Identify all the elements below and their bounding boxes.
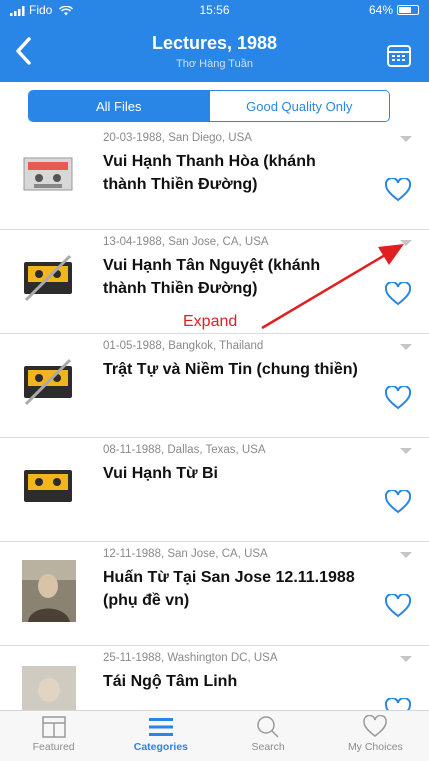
item-meta: 08-11-1988, Dallas, Texas, USA xyxy=(103,444,266,456)
heart-icon[interactable] xyxy=(385,178,411,202)
tab-bar: Featured Categories Search My Choices xyxy=(0,710,429,761)
page-title: Lectures, 1988 xyxy=(151,33,278,53)
heart-icon[interactable] xyxy=(385,490,411,514)
heart-icon xyxy=(363,715,388,737)
segment-all-files[interactable]: All Files xyxy=(29,91,209,121)
heart-icon[interactable] xyxy=(385,698,411,710)
list-item[interactable]: 25-11-1988, Washington DC, USA Tái Ngộ T… xyxy=(0,646,429,710)
item-title: Tái Ngộ Tâm Linh xyxy=(103,673,238,690)
item-meta: 12-11-1988, San Jose, CA, USA xyxy=(103,548,268,560)
item-title: Vui Hạnh Tân Nguyệt (khánh thành Thiền Đ… xyxy=(103,257,321,297)
battery-icon xyxy=(397,5,419,15)
item-title: Vui Hạnh Thanh Hòa (khánh thành Thiền Đư… xyxy=(103,153,316,193)
cassette-gray-icon xyxy=(23,157,73,191)
tab-my-choices[interactable]: My Choices xyxy=(322,711,429,761)
item-meta: 25-11-1988, Washington DC, USA xyxy=(103,652,278,664)
lecture-list: 20-03-1988, San Diego, USA Vui Hạnh Than… xyxy=(0,126,429,710)
heart-icon[interactable] xyxy=(385,386,411,410)
list-icon xyxy=(148,718,173,736)
quality-filter: All Files Good Quality Only xyxy=(28,90,390,122)
header-bar: Fido 15:56 64% Lectures, 1988 Thơ Hàng T… xyxy=(0,0,429,82)
battery-percent: 64% xyxy=(368,3,393,17)
tab-categories[interactable]: Categories xyxy=(107,711,214,761)
tab-label: Categories xyxy=(133,741,189,753)
battery-indicator: 64% xyxy=(369,3,419,17)
heart-icon[interactable] xyxy=(385,282,411,306)
expand-chevron-icon[interactable] xyxy=(399,342,413,352)
tab-label: My Choices xyxy=(347,741,403,753)
list-item[interactable]: 20-03-1988, San Diego, USA Vui Hạnh Than… xyxy=(0,126,429,230)
item-meta: 01-05-1988, Bangkok, Thailand xyxy=(103,340,264,352)
segment-good-quality[interactable]: Good Quality Only xyxy=(208,91,389,121)
list-item[interactable]: 08-11-1988, Dallas, Texas, USA Vui Hạnh … xyxy=(0,438,429,542)
status-bar: Fido 15:56 64% xyxy=(0,0,429,20)
tab-label: Search xyxy=(251,741,285,753)
featured-icon xyxy=(41,716,66,738)
expand-chevron-icon[interactable] xyxy=(399,238,413,248)
tab-label: Featured xyxy=(32,741,75,753)
item-meta: 13-04-1988, San Jose, CA, USA xyxy=(103,236,269,248)
calendar-icon xyxy=(387,45,411,67)
tab-search[interactable]: Search xyxy=(215,711,322,761)
heart-icon[interactable] xyxy=(385,594,411,618)
item-title: Huấn Từ Tại San Jose 12.11.1988 (phụ đề … xyxy=(103,569,355,609)
expand-chevron-icon[interactable] xyxy=(399,550,413,560)
item-meta: 20-03-1988, San Diego, USA xyxy=(103,132,252,144)
cassette-crossed-icon xyxy=(24,254,72,302)
search-icon xyxy=(257,716,279,738)
list-item[interactable]: 12-11-1988, San Jose, CA, USA Huấn Từ Tạ… xyxy=(0,542,429,646)
cassette-icon xyxy=(24,470,72,502)
tab-featured[interactable]: Featured xyxy=(0,711,107,761)
speaker-photo xyxy=(22,666,76,710)
clock: 15:56 xyxy=(199,3,230,17)
speaker-photo xyxy=(22,560,76,622)
list-item[interactable]: 01-05-1988, Bangkok, Thailand Trật Tự và… xyxy=(0,334,429,438)
expand-chevron-icon[interactable] xyxy=(399,446,413,456)
expand-chevron-icon[interactable] xyxy=(399,654,413,664)
item-title: Vui Hạnh Từ Bi xyxy=(103,465,218,482)
cassette-crossed-icon xyxy=(24,358,72,406)
annotation-label: Expand xyxy=(183,313,238,330)
expand-chevron-icon[interactable] xyxy=(399,134,413,144)
item-title: Trật Tự và Niềm Tin (chung thiền) xyxy=(103,361,358,378)
page-subtitle: Thơ Hàng Tuần xyxy=(176,58,253,70)
calendar-button[interactable] xyxy=(385,42,413,70)
